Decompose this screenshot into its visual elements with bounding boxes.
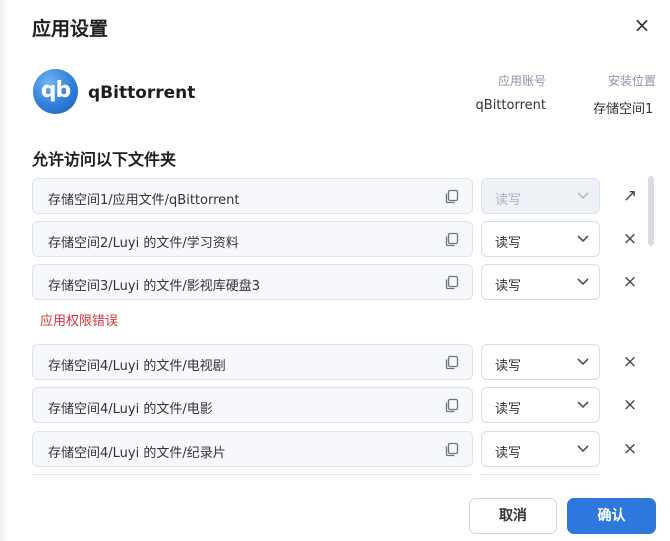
install-value: 存储空间1 <box>593 102 654 117</box>
cancel-button[interactable]: 取消 <box>469 498 557 534</box>
app-logo: qb <box>33 69 78 114</box>
permission-value: 读写 <box>495 359 522 374</box>
folder-row: 存储空间4/Luyi 的文件/电影 读写 × <box>32 387 642 423</box>
permission-select[interactable]: 读写 <box>481 344 600 380</box>
permission-value: 读写 <box>495 402 522 417</box>
chevron-down-icon <box>577 401 589 409</box>
chevron-down-icon <box>577 235 589 243</box>
copy-icon[interactable] <box>444 189 459 204</box>
copy-icon[interactable] <box>444 355 459 370</box>
dialog-left-edge <box>0 0 10 541</box>
remove-icon[interactable]: × <box>621 273 639 291</box>
scrollbar-thumb[interactable] <box>648 176 654 246</box>
path-text: 存储空间3/Luyi 的文件/影视库硬盘3 <box>48 279 260 294</box>
folder-row: 存储空间4/Luyi 的文件/电视剧 读写 × <box>32 344 642 380</box>
permission-select[interactable]: 读写 <box>481 221 600 257</box>
path-text: 存储空间1/应用文件/qBittorrent <box>48 193 240 208</box>
copy-icon[interactable] <box>444 232 459 247</box>
account-label: 应用账号 <box>497 74 546 88</box>
path-field[interactable]: 存储空间4/Luyi 的文件/电影 <box>32 387 473 423</box>
copy-icon[interactable] <box>444 442 459 457</box>
permission-error-text: 应用权限错误 <box>40 314 119 329</box>
section-title: 允许访问以下文件夹 <box>32 150 177 169</box>
install-label: 安装位置 <box>608 74 657 88</box>
account-info: 应用账号 qBittorrent <box>476 72 546 113</box>
folder-row: 存储空间3/Luyi 的文件/影视库硬盘3 读写 × <box>32 264 642 300</box>
folder-row: 存储空间2/Luyi 的文件/学习资料 读写 × <box>32 221 642 257</box>
path-field[interactable]: 存储空间4/Luyi 的文件/纪录片 <box>32 431 473 467</box>
permission-select: 读写 <box>481 178 600 214</box>
permission-value: 读写 <box>495 193 522 208</box>
open-link-icon[interactable]: ↗ <box>621 187 639 205</box>
permission-select[interactable]: 读写 <box>481 387 600 423</box>
chevron-down-icon <box>577 445 589 453</box>
path-field[interactable]: 存储空间2/Luyi 的文件/学习资料 <box>32 221 473 257</box>
chevron-down-icon <box>577 278 589 286</box>
chevron-down-icon <box>577 192 589 200</box>
permission-select[interactable]: 读写 <box>481 264 600 300</box>
remove-icon[interactable]: × <box>621 440 639 458</box>
path-field[interactable]: 存储空间4/Luyi 的文件/电视剧 <box>32 344 473 380</box>
remove-icon[interactable]: × <box>621 353 639 371</box>
chevron-down-icon <box>577 358 589 366</box>
confirm-button[interactable]: 确认 <box>567 498 656 534</box>
permission-value: 读写 <box>495 236 522 251</box>
close-icon[interactable]: × <box>631 14 653 36</box>
remove-icon[interactable]: × <box>621 230 639 248</box>
path-field[interactable]: 存储空间1/应用文件/qBittorrent <box>32 178 473 214</box>
install-info: 安装位置 存储空间1 <box>593 72 656 117</box>
path-text: 存储空间4/Luyi 的文件/电影 <box>48 402 213 417</box>
partial-row-edge <box>481 474 600 478</box>
permission-value: 读写 <box>495 446 522 461</box>
permission-value: 读写 <box>495 279 522 294</box>
folder-row: 存储空间4/Luyi 的文件/纪录片 读写 × <box>32 431 642 467</box>
path-text: 存储空间4/Luyi 的文件/纪录片 <box>48 446 226 461</box>
app-name: qBittorrent <box>88 83 196 103</box>
dialog-title: 应用设置 <box>32 18 109 40</box>
copy-icon[interactable] <box>444 398 459 413</box>
account-value: qBittorrent <box>475 98 546 113</box>
folder-row: 存储空间1/应用文件/qBittorrent 读写 ↗ <box>32 178 642 214</box>
permission-select[interactable]: 读写 <box>481 431 600 467</box>
path-text: 存储空间2/Luyi 的文件/学习资料 <box>48 236 239 251</box>
path-text: 存储空间4/Luyi 的文件/电视剧 <box>48 359 226 374</box>
copy-icon[interactable] <box>444 275 459 290</box>
remove-icon[interactable]: × <box>621 396 639 414</box>
partial-row-edge <box>32 474 473 478</box>
path-field[interactable]: 存储空间3/Luyi 的文件/影视库硬盘3 <box>32 264 473 300</box>
